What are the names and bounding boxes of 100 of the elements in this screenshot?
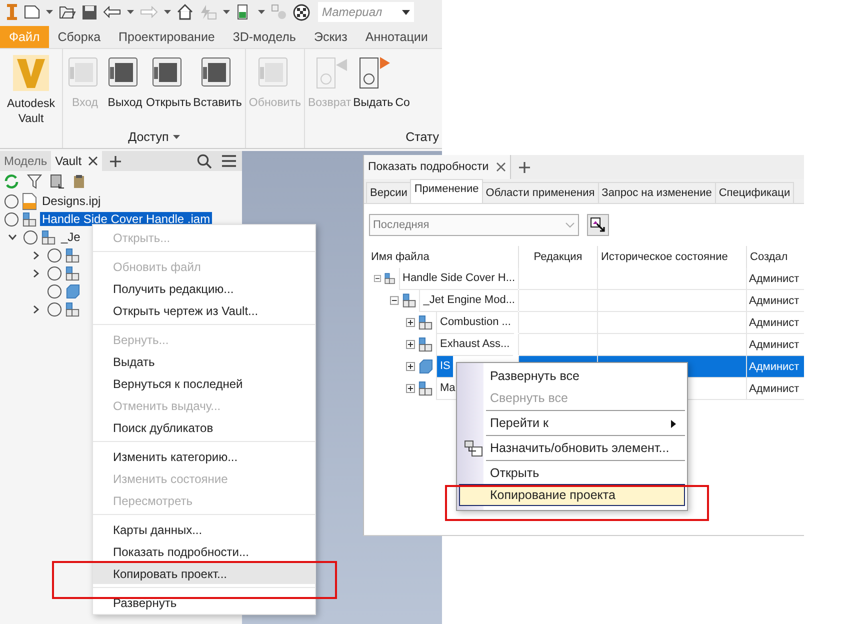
go-button[interactable]	[587, 214, 609, 236]
chevron-right-icon[interactable]	[32, 304, 40, 314]
caret-icon[interactable]	[223, 10, 230, 14]
ribbon-tab[interactable]: Сборка	[48, 26, 110, 48]
browser-tab[interactable]: Vault	[51, 151, 102, 171]
menu-item[interactable]: Открыть чертеж из Vault...	[93, 299, 315, 321]
checkered-sphere-icon[interactable]	[293, 4, 310, 20]
browser-tab[interactable]: Модель	[0, 151, 52, 171]
ribbon-button[interactable]: Выход	[106, 55, 144, 109]
assembly-icon	[402, 293, 416, 308]
clipboard-icon[interactable]	[73, 174, 85, 189]
file-name[interactable]: _Jet Engine Mod...	[419, 290, 518, 312]
tree-item[interactable]: Handle Side Cover Handle .iam	[40, 212, 212, 226]
details-tab[interactable]: Применение	[410, 179, 483, 203]
caret-icon[interactable]	[164, 10, 171, 14]
table-cell: Админист	[747, 356, 804, 378]
caret-icon[interactable]	[127, 10, 134, 14]
menu-item[interactable]: Вернуться к последней	[93, 372, 315, 394]
chevron-right-icon[interactable]	[32, 268, 40, 278]
menu-item[interactable]: Копировать проект...	[93, 562, 315, 584]
assembly-icon	[418, 337, 433, 352]
expand-icon[interactable]	[406, 340, 415, 349]
assembly-icon	[41, 230, 56, 244]
refresh-icon[interactable]	[4, 174, 19, 189]
column-header[interactable]: Редакция	[519, 246, 598, 268]
expand-icon[interactable]	[406, 318, 415, 327]
dropdown-caret-icon[interactable]	[402, 10, 410, 14]
assembly-icon	[418, 381, 433, 396]
menu-item[interactable]: Развернуть все	[459, 365, 685, 387]
group-label: Стату	[406, 130, 439, 144]
cube-icon	[418, 359, 433, 374]
column-header[interactable]: Создал	[747, 246, 804, 268]
ribbon-tab[interactable]: Проектирование	[110, 26, 224, 48]
menu-item[interactable]: Открыть	[459, 462, 685, 484]
add-tab-icon[interactable]	[110, 156, 121, 166]
folder-icon[interactable]	[59, 4, 76, 20]
menu-item[interactable]: Назначить/обновить элемент...	[459, 437, 685, 459]
menu-item[interactable]: Карты данных...	[93, 518, 315, 540]
assembly-icon	[65, 302, 80, 316]
ribbon-tab[interactable]: Эскиз	[304, 26, 356, 48]
menu-item[interactable]: Перейти к	[459, 412, 685, 434]
file-name[interactable]: IS	[436, 356, 454, 378]
ribbon-button[interactable]: Со	[395, 55, 410, 109]
menu-item[interactable]: Выдать	[93, 350, 315, 372]
close-icon[interactable]	[496, 162, 506, 172]
column-header[interactable]: Историческое состояние	[598, 246, 747, 268]
menu-item[interactable]: Изменить категорию...	[93, 445, 315, 467]
caret-icon[interactable]	[258, 10, 265, 14]
file-name[interactable]: Combustion ...	[436, 312, 514, 334]
ribbon-button[interactable]: Autodesk Vault	[3, 55, 59, 127]
menu-item[interactable]: Копирование проекта	[459, 484, 685, 506]
app-logo-icon[interactable]	[6, 3, 18, 21]
caret-icon[interactable]	[172, 134, 180, 140]
add-tab-icon[interactable]	[518, 162, 530, 172]
expand-icon[interactable]	[406, 384, 415, 393]
details-tab[interactable]: Спецификаци	[714, 182, 794, 203]
column-header[interactable]: Имя файла	[368, 246, 519, 268]
tree-item[interactable]: _Je	[59, 230, 82, 244]
vault-logo-icon	[13, 55, 49, 91]
status-circle-icon	[47, 302, 62, 316]
collapse-icon[interactable]	[390, 296, 399, 305]
group-label: Доступ	[128, 130, 169, 144]
close-icon[interactable]	[88, 156, 98, 166]
status-circle-icon	[4, 212, 19, 226]
save-icon[interactable]	[82, 4, 97, 20]
expand-icon[interactable]	[406, 362, 415, 371]
document-arrow-icon[interactable]	[50, 174, 65, 189]
assembly-icon	[65, 266, 80, 280]
status-circle-icon	[47, 266, 62, 280]
window-arrow-icon	[590, 217, 606, 233]
menu-item[interactable]: Поиск дубликатов	[93, 416, 315, 438]
menu-item[interactable]: Развернуть	[93, 591, 315, 613]
submenu-arrow-icon	[671, 420, 676, 428]
file-name[interactable]: Handle Side Cover H...	[398, 268, 518, 290]
menu-item[interactable]: Получить редакцию...	[93, 277, 315, 299]
ribbon-button[interactable]: Открыть	[146, 55, 192, 109]
material-field[interactable]: Материал	[318, 2, 414, 22]
tree-item[interactable]: Designs.ipj	[40, 194, 103, 208]
ribbon-button[interactable]: Выдать	[353, 55, 394, 109]
assembly-icon	[22, 212, 37, 226]
home-icon[interactable]	[177, 4, 193, 20]
filter-icon[interactable]	[27, 174, 42, 189]
collapse-icon[interactable]	[374, 274, 381, 283]
ribbon-tab[interactable]: Аннотации	[356, 26, 437, 48]
new-file-icon[interactable]	[24, 4, 40, 20]
details-tab[interactable]: Версии	[366, 182, 412, 203]
status-circle-icon	[47, 284, 62, 298]
table-cell: Админист	[747, 290, 804, 312]
menu-icon[interactable]	[222, 155, 236, 167]
assembly-icon	[65, 248, 80, 262]
chevron-down-icon[interactable]	[8, 232, 16, 242]
undo-icon[interactable]	[103, 6, 121, 18]
chevron-right-icon[interactable]	[32, 250, 40, 260]
table-cell: Админист	[747, 312, 804, 334]
search-icon[interactable]	[197, 154, 212, 168]
ribbon-button[interactable]: Вставить	[193, 55, 242, 109]
menu-item[interactable]: Показать подробности...	[93, 540, 315, 562]
ribbon-tab[interactable]: 3D-модель	[224, 26, 305, 48]
file-name[interactable]: Exhaust Ass...	[436, 334, 513, 356]
caret-icon[interactable]	[46, 10, 53, 14]
